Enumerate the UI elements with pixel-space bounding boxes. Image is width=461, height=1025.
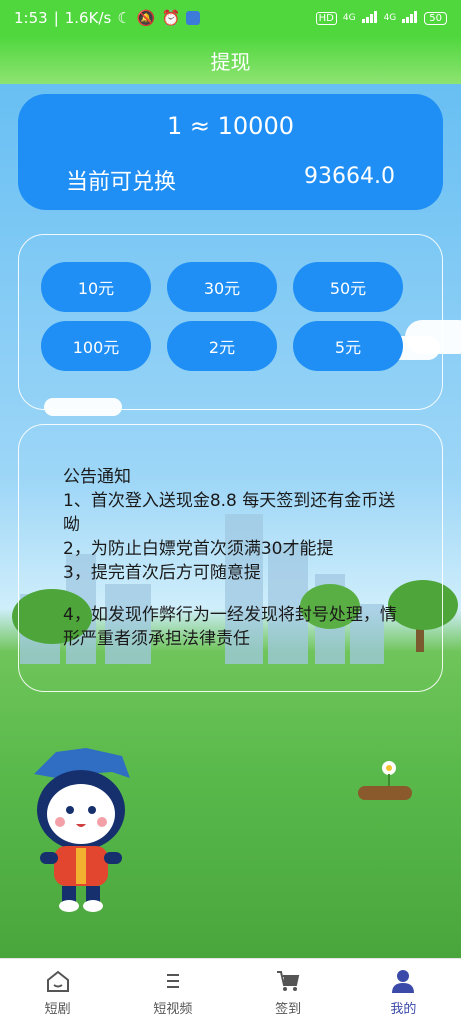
alarm-icon: ⏰ <box>161 9 181 27</box>
amount-button-2[interactable]: 2元 <box>167 321 277 371</box>
tab-mine[interactable]: 我的 <box>346 959 461 1025</box>
tab-checkin[interactable]: 签到 <box>231 959 346 1025</box>
user-icon <box>392 969 415 993</box>
status-bar: 1:53 | 1.6K/s ☾ 🔕 ⏰ HD 4G 4G 50 <box>0 0 461 36</box>
available-label: 当前可兑换 <box>66 170 177 195</box>
tab-label: 签到 <box>275 1001 302 1017</box>
avatar-icon <box>186 11 201 25</box>
rock-decoration <box>358 786 412 800</box>
bottom-tab-bar: 短剧 短视频 签到 我的 <box>0 958 461 1025</box>
battery-level: 50 <box>429 12 442 24</box>
mute-bell-icon: 🔕 <box>136 9 156 27</box>
notice-card: 公告通知 1、首次登入送现金8.8 每天签到还有金币送呦 2，为防止白嫖党首次须… <box>18 424 443 692</box>
title-bar: 提现 <box>0 36 461 84</box>
notice-heading: 公告通知 <box>63 467 131 487</box>
status-time: 1:53 <box>14 9 48 27</box>
tab-label: 我的 <box>390 1001 417 1017</box>
amount-button-30[interactable]: 30元 <box>167 262 277 312</box>
status-speed: 1.6K/s <box>64 9 112 27</box>
home-icon <box>46 970 69 992</box>
signal-icon <box>361 9 378 27</box>
tab-short-video[interactable]: 短视频 <box>115 959 230 1025</box>
amount-button-5[interactable]: 5元 <box>293 321 403 371</box>
notice-line-1: 1、首次登入送现金8.8 每天签到还有金币送呦 <box>63 491 396 535</box>
amount-button-10[interactable]: 10元 <box>41 262 151 312</box>
signal-label-2: 4G <box>383 13 397 23</box>
page-title: 提现 <box>210 49 251 74</box>
amount-button-100[interactable]: 100元 <box>41 321 151 371</box>
battery-icon: 50 <box>424 11 447 25</box>
tab-label: 短视频 <box>153 1001 193 1017</box>
notice-line-4: 4，如发现作弊行为一经发现将封号处理，情形严重者须承担法律责任 <box>63 605 397 649</box>
mascot-illustration <box>26 744 136 919</box>
available-value: 93664.0 <box>304 164 395 189</box>
background-scene: 1 ≈ 10000 当前可兑换 93664.0 10元 30元 50元 100元… <box>0 84 461 958</box>
signal-label-1: 4G <box>342 13 356 23</box>
amount-button-50[interactable]: 50元 <box>293 262 403 312</box>
moon-icon: ☾ <box>117 9 131 27</box>
menu-icon <box>166 973 179 988</box>
amount-options-card: 10元 30元 50元 100元 2元 5元 <box>18 234 443 410</box>
cart-icon <box>277 970 300 991</box>
hd-badge: HD <box>315 11 337 25</box>
tab-label: 短剧 <box>44 1001 71 1017</box>
notice-line-2: 2，为防止白嫖党首次须满30才能提 <box>63 539 334 559</box>
notice-line-3: 3，提完首次后方可随意提 <box>63 563 261 583</box>
signal-icon-2 <box>402 9 418 27</box>
tab-short-drama[interactable]: 短剧 <box>0 959 115 1025</box>
exchange-rate: 1 ≈ 10000 <box>167 112 294 140</box>
exchange-rate-card: 1 ≈ 10000 当前可兑换 93664.0 <box>18 94 443 210</box>
notice-text: 公告通知 1、首次登入送现金8.8 每天签到还有金币送呦 2，为防止白嫖党首次须… <box>63 465 403 651</box>
